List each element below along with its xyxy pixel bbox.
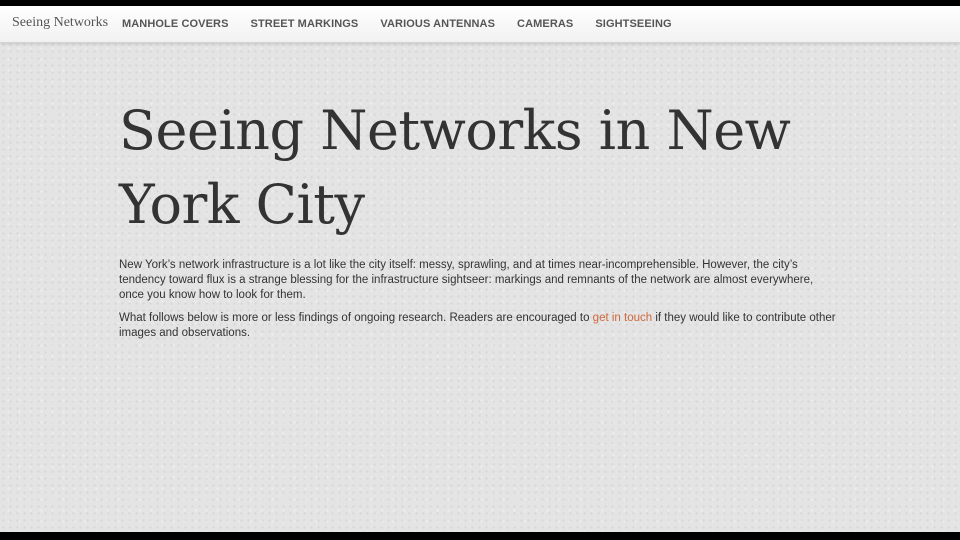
top-navbar: Seeing Networks MANHOLE COVERS STREET MA… [0, 6, 960, 43]
intro-paragraph: New York’s network infrastructure is a l… [119, 259, 814, 301]
brand-link[interactable]: Seeing Networks [12, 15, 108, 31]
followup-text-before: What follows below is more or less findi… [119, 312, 593, 324]
get-in-touch-link[interactable]: get in touch [593, 312, 652, 324]
main-content: Seeing Networks in New York City New Yor… [119, 94, 844, 341]
nav-item-manhole-covers[interactable]: MANHOLE COVERS [122, 18, 229, 30]
nav-menu: MANHOLE COVERS STREET MARKINGS VARIOUS A… [122, 18, 694, 30]
page: Seeing Networks MANHOLE COVERS STREET MA… [0, 6, 960, 532]
page-title: Seeing Networks in New York City [119, 99, 791, 236]
nav-item-cameras[interactable]: CAMERAS [517, 18, 573, 30]
nav-item-various-antennas[interactable]: VARIOUS ANTENNAS [380, 18, 495, 30]
nav-item-street-markings[interactable]: STREET MARKINGS [251, 18, 359, 30]
followup-paragraph: What follows below is more or less findi… [119, 311, 837, 341]
nav-item-sightseeing[interactable]: SIGHTSEEING [595, 18, 671, 30]
